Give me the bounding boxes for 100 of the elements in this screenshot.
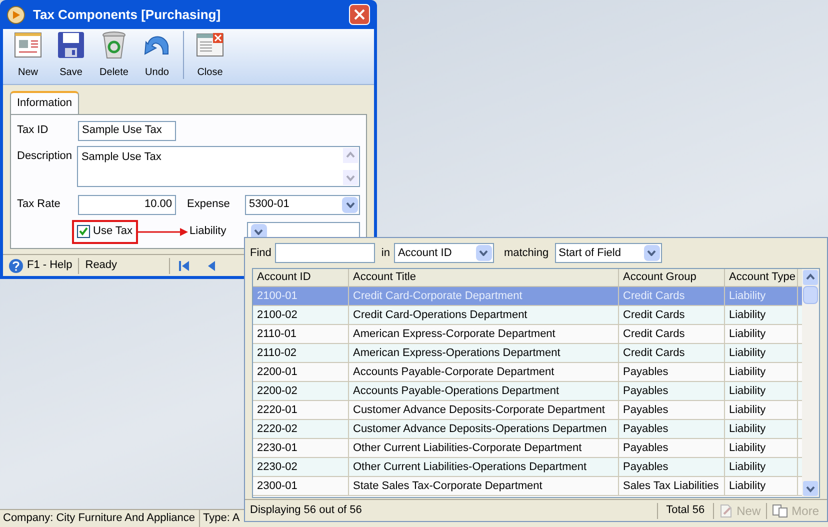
dropdown-value: Start of Field	[558, 246, 621, 261]
scroll-thumb[interactable]	[803, 286, 818, 304]
table-cell: Liability	[725, 344, 798, 362]
toolbar-button[interactable]: Undo	[137, 30, 177, 80]
table-cell: 2220-01	[253, 401, 349, 419]
close-icon	[354, 9, 365, 20]
table-cell: Liability	[725, 382, 798, 400]
table-cell: 2200-01	[253, 363, 349, 381]
table-row[interactable]: 2220-01 Customer Advance Deposits-Corporate Department Payables Liability	[253, 401, 802, 420]
table-cell: Liability	[725, 458, 798, 476]
checkbox[interactable]	[77, 225, 90, 238]
table-cell: Credit Card-Corporate Department	[349, 287, 619, 305]
table-cell: Payables	[619, 382, 725, 400]
table-cell: 2200-02	[253, 382, 349, 400]
scroll-down-icon[interactable]	[803, 481, 818, 496]
table-cell: Liability	[725, 287, 798, 305]
previous-record-icon[interactable]	[206, 260, 216, 272]
table-cell: American Express-Corporate Department	[349, 325, 619, 343]
status-text: F1 - Help	[27, 258, 72, 274]
document-icon	[13, 30, 43, 60]
column-header[interactable]: Account ID	[253, 269, 349, 286]
table-cell: 2220-02	[253, 420, 349, 438]
table-cell: Liability	[725, 477, 798, 495]
search-field[interactable]	[275, 243, 376, 263]
table-cell: State Sales Tax-Corporate Department	[349, 477, 619, 495]
table-row[interactable]: 2300-01 State Sales Tax-Corporate Department Sales Tax Liabilities Liability	[253, 477, 802, 496]
table-cell: Liability	[725, 401, 798, 419]
table-cell: Liability	[725, 420, 798, 438]
table-cell: Credit Cards	[619, 325, 725, 343]
table-cell: Credit Card-Operations Department	[349, 306, 619, 324]
scroll-down-icon[interactable]	[343, 170, 358, 184]
find-label: Find	[250, 246, 272, 261]
toolbar-button[interactable]: Save	[51, 30, 91, 80]
field-label: matching	[504, 246, 549, 261]
table-cell: Liability	[725, 306, 798, 324]
copy-icon	[772, 504, 788, 518]
field-label: Expense	[187, 197, 231, 212]
table-row[interactable]: 2200-02 Accounts Payable-Operations Department Payables Liability	[253, 382, 802, 401]
table-row[interactable]: 2230-01 Other Current Liabilities-Corporate Department Payables Liability	[253, 439, 802, 458]
table-cell: Accounts Payable-Corporate Department	[349, 363, 619, 381]
field-label: Tax Rate	[17, 197, 62, 212]
tab[interactable]: Information	[10, 91, 80, 114]
table-row[interactable]: 2110-01 American Express-Corporate Department Credit Cards Liability	[253, 325, 802, 344]
field-label: Tax ID	[17, 123, 50, 138]
status-text: Type: A	[202, 511, 241, 526]
table-row[interactable]: 2100-02 Credit Card-Operations Department Credit Cards Liability	[253, 306, 802, 325]
checkbox-label: Use Tax	[93, 224, 133, 240]
toolbar-button[interactable]: Delete	[94, 30, 134, 80]
table-cell: Credit Cards	[619, 287, 725, 305]
table-cell: Payables	[619, 420, 725, 438]
table-cell: Other Current Liabilities-Operations Department	[349, 458, 619, 476]
dropdown[interactable]: 5300-01	[245, 194, 360, 214]
table-row[interactable]: 2230-02 Other Current Liabilities-Operations Department Payables Liability	[253, 458, 802, 477]
table-cell: Customer Advance Deposits-Corporate Department	[349, 401, 619, 419]
dropdown-value: Account ID	[398, 246, 452, 261]
table-row[interactable]: 2220-02 Customer Advance Deposits-Operations Departmen Payables Liability	[253, 420, 802, 439]
field-label: Description	[17, 148, 74, 164]
table-cell: Liability	[725, 439, 798, 457]
column-header[interactable]: Account Type	[725, 269, 798, 286]
text-area[interactable]: Sample Use Tax	[77, 146, 360, 186]
table-cell: Accounts Payable-Operations Department	[349, 382, 619, 400]
scrollbar[interactable]	[802, 269, 819, 497]
dropdown[interactable]: Start of Field	[554, 243, 662, 263]
table-cell: Credit Cards	[619, 344, 725, 362]
table-cell: Payables	[619, 363, 725, 381]
table-row[interactable]: 2110-02 American Express-Operations Department Credit Cards Liability	[253, 344, 802, 363]
table-cell: Sales Tax Liabilities	[619, 477, 725, 495]
text-area-value: Sample Use Tax	[80, 150, 162, 164]
dropdown-value: 5300-01	[249, 197, 290, 212]
table-cell: 2230-02	[253, 458, 349, 476]
toolbar-button[interactable]: New	[8, 30, 48, 80]
scroll-up-icon[interactable]	[803, 270, 818, 285]
text-field[interactable]: Sample Use Tax	[78, 120, 176, 140]
table-cell: 2100-02	[253, 306, 349, 324]
text-field[interactable]: 10.00	[78, 194, 176, 214]
toolbar-button[interactable]: Close	[190, 30, 230, 80]
table-cell: 2100-01	[253, 287, 349, 305]
first-record-icon[interactable]	[178, 260, 190, 272]
scrollbar[interactable]	[342, 146, 359, 186]
field-label: Liability	[190, 224, 228, 240]
field-label: in	[381, 246, 390, 261]
table-cell: 2300-01	[253, 477, 349, 495]
dropdown[interactable]: Account ID	[394, 243, 494, 263]
table-cell: 2230-01	[253, 439, 349, 457]
status-text: Company: City Furniture And Appliance	[0, 510, 200, 527]
column-header[interactable]: Account Group	[619, 269, 725, 286]
close-button[interactable]	[349, 4, 370, 25]
status-text: Displaying 56 out of 56	[250, 503, 363, 518]
total-count: Total 56	[666, 503, 705, 518]
app-icon	[7, 6, 25, 24]
table-cell: Credit Cards	[619, 306, 725, 324]
table-row[interactable]: 2200-01 Accounts Payable-Corporate Department Payables Liability	[253, 363, 802, 382]
column-header[interactable]: Account Title	[349, 269, 619, 286]
scroll-up-icon[interactable]	[343, 148, 358, 162]
table-cell: Other Current Liabilities-Corporate Department	[349, 439, 619, 457]
help-icon	[9, 258, 23, 272]
table-cell: Payables	[619, 401, 725, 419]
table-cell: American Express-Operations Department	[349, 344, 619, 362]
table-cell: Payables	[619, 458, 725, 476]
table-cell: Customer Advance Deposits-Operations Departmen	[349, 420, 619, 438]
